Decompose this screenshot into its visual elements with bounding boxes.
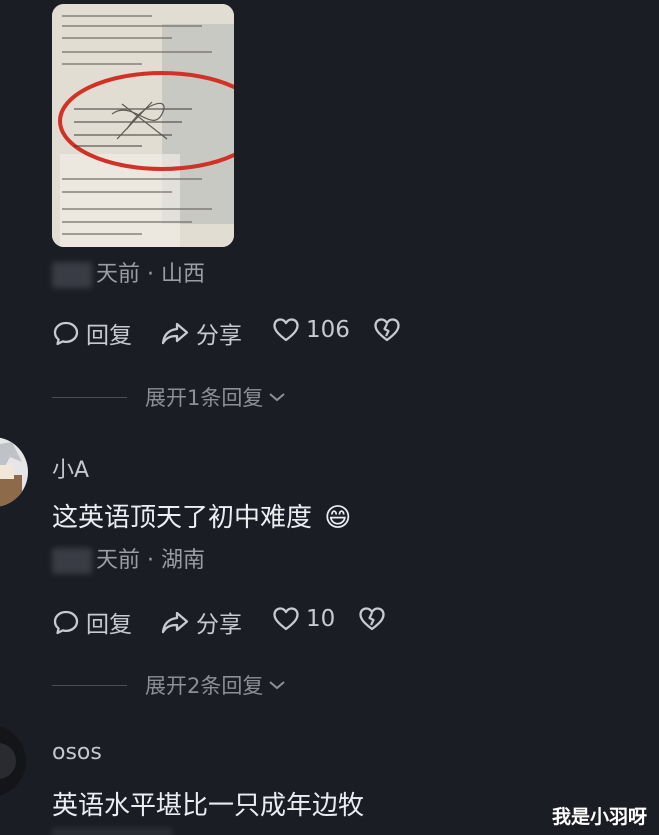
username[interactable]: osos — [52, 740, 102, 765]
expand-label: 展开1条回复 — [145, 386, 264, 410]
blurred-timestamp — [52, 262, 92, 288]
comment-meta: 天前 · 山西 — [52, 256, 205, 288]
comment-text: 英语水平堪比一只成年边牧 — [52, 791, 365, 821]
comment-image[interactable] — [52, 4, 234, 247]
divider-line — [52, 684, 127, 686]
share-arrow-icon — [161, 322, 189, 345]
dislike-button[interactable] — [358, 605, 392, 633]
dislike-button[interactable] — [373, 316, 407, 344]
share-label: 分享 — [196, 323, 242, 349]
chevron-down-icon — [269, 393, 286, 402]
avatar[interactable] — [0, 437, 28, 507]
reply-label: 回复 — [86, 612, 132, 638]
heart-icon — [273, 607, 299, 631]
expand-replies[interactable]: 展开2条回复 — [52, 670, 287, 700]
comment-location: 天前 · 湖南 — [96, 548, 205, 573]
comment-text: 这英语顶天了初中难度 — [52, 503, 313, 533]
share-button[interactable]: 分享 — [160, 605, 242, 639]
share-label: 分享 — [196, 612, 242, 638]
watermark: 我是小羽呀 — [552, 806, 648, 828]
avatar-image — [0, 437, 28, 507]
reply-bubble-icon — [53, 321, 79, 346]
reply-button[interactable]: 回复 — [52, 605, 132, 639]
smile-emoji: 😄 — [324, 503, 352, 533]
like-button[interactable]: 106 — [272, 316, 350, 344]
comment-text-row: 这英语顶天了初中难度 😄 — [52, 497, 351, 534]
reply-button[interactable]: 回复 — [52, 316, 132, 350]
avatar-image — [0, 725, 26, 797]
blurred-timestamp — [52, 548, 92, 574]
expand-label: 展开2条回复 — [145, 674, 264, 698]
like-button[interactable]: 10 — [272, 605, 335, 633]
heart-icon — [273, 318, 299, 342]
exam-paper-photo — [52, 4, 234, 247]
reply-bubble-icon — [53, 610, 79, 635]
reply-label: 回复 — [86, 323, 132, 349]
comment-meta: 天前 · 湖南 — [52, 542, 205, 574]
broken-heart-icon — [359, 607, 385, 631]
expand-replies[interactable]: 展开1条回复 — [52, 382, 287, 412]
chevron-down-icon — [269, 681, 286, 690]
share-button[interactable]: 分享 — [160, 316, 242, 350]
avatar[interactable] — [0, 725, 26, 797]
like-count: 10 — [306, 606, 336, 632]
username[interactable]: 小A — [52, 452, 89, 484]
divider-line — [52, 396, 127, 398]
comment-location: 天前 · 山西 — [96, 262, 205, 287]
like-count: 106 — [306, 317, 350, 343]
broken-heart-icon — [374, 318, 400, 342]
share-arrow-icon — [161, 611, 189, 634]
blurred-meta — [52, 828, 172, 835]
